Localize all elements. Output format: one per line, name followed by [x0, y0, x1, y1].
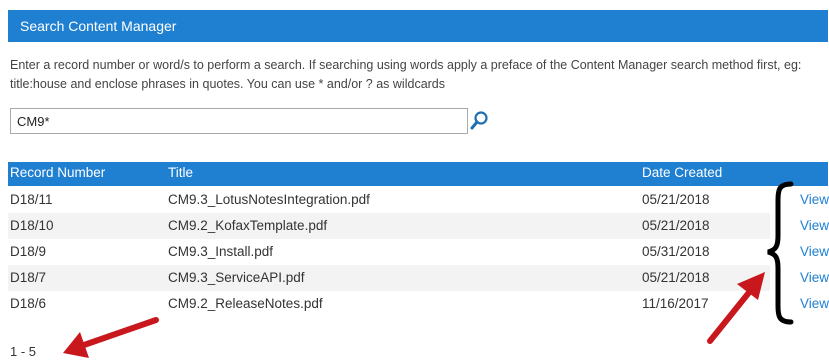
column-header-record-number[interactable]: Record Number — [10, 165, 105, 180]
table-row: D18/10 CM9.2_KofaxTemplate.pdf 05/21/201… — [8, 213, 770, 239]
column-header-date-created[interactable]: Date Created — [642, 165, 722, 180]
results-table-header: Record Number Title Date Created — [8, 162, 828, 186]
column-header-title[interactable]: Title — [168, 165, 193, 180]
table-row: D18/6 CM9.2_ReleaseNotes.pdf 11/16/2017 — [8, 291, 770, 317]
title-cell: CM9.3_ServiceAPI.pdf — [168, 270, 305, 285]
title-cell: CM9.3_Install.pdf — [168, 244, 274, 259]
date-created-cell: 05/21/2018 — [642, 270, 710, 285]
title-cell: CM9.2_KofaxTemplate.pdf — [168, 218, 328, 233]
search-input[interactable] — [10, 108, 468, 134]
date-created-cell: 05/21/2018 — [642, 218, 710, 233]
table-row: D18/7 CM9.3_ServiceAPI.pdf 05/21/2018 — [8, 265, 770, 291]
record-number-cell: D18/10 — [10, 218, 54, 233]
date-created-cell: 11/16/2017 — [642, 296, 709, 311]
date-created-cell: 05/21/2018 — [642, 192, 710, 207]
record-number-cell: D18/9 — [10, 244, 47, 259]
record-number-cell: D18/6 — [10, 296, 47, 311]
record-number-cell: D18/7 — [10, 270, 47, 285]
view-link[interactable]: View — [800, 244, 829, 259]
view-link[interactable]: View — [800, 270, 829, 285]
curly-brace-annotation — [767, 181, 794, 325]
title-cell: CM9.3_LotusNotesIntegration.pdf — [168, 192, 370, 207]
search-button[interactable] — [468, 108, 490, 134]
view-link[interactable]: View — [800, 192, 829, 207]
view-link[interactable]: View — [800, 296, 829, 311]
view-link[interactable]: View — [800, 218, 829, 233]
pagination-range: 1 - 5 — [10, 344, 37, 359]
search-instructions: Enter a record number or word/s to perfo… — [10, 58, 802, 91]
page-header: Search Content Manager — [8, 10, 828, 42]
search-icon — [470, 111, 488, 130]
record-number-cell: D18/11 — [10, 192, 53, 207]
date-created-cell: 05/31/2018 — [642, 244, 710, 259]
arrow-annotation-pager — [63, 317, 159, 358]
table-row: D18/9 CM9.3_Install.pdf 05/31/2018 — [8, 239, 770, 265]
title-cell: CM9.2_ReleaseNotes.pdf — [168, 296, 323, 311]
table-row: D18/11 CM9.3_LotusNotesIntegration.pdf 0… — [8, 187, 770, 213]
page-title: Search Content Manager — [20, 18, 177, 34]
